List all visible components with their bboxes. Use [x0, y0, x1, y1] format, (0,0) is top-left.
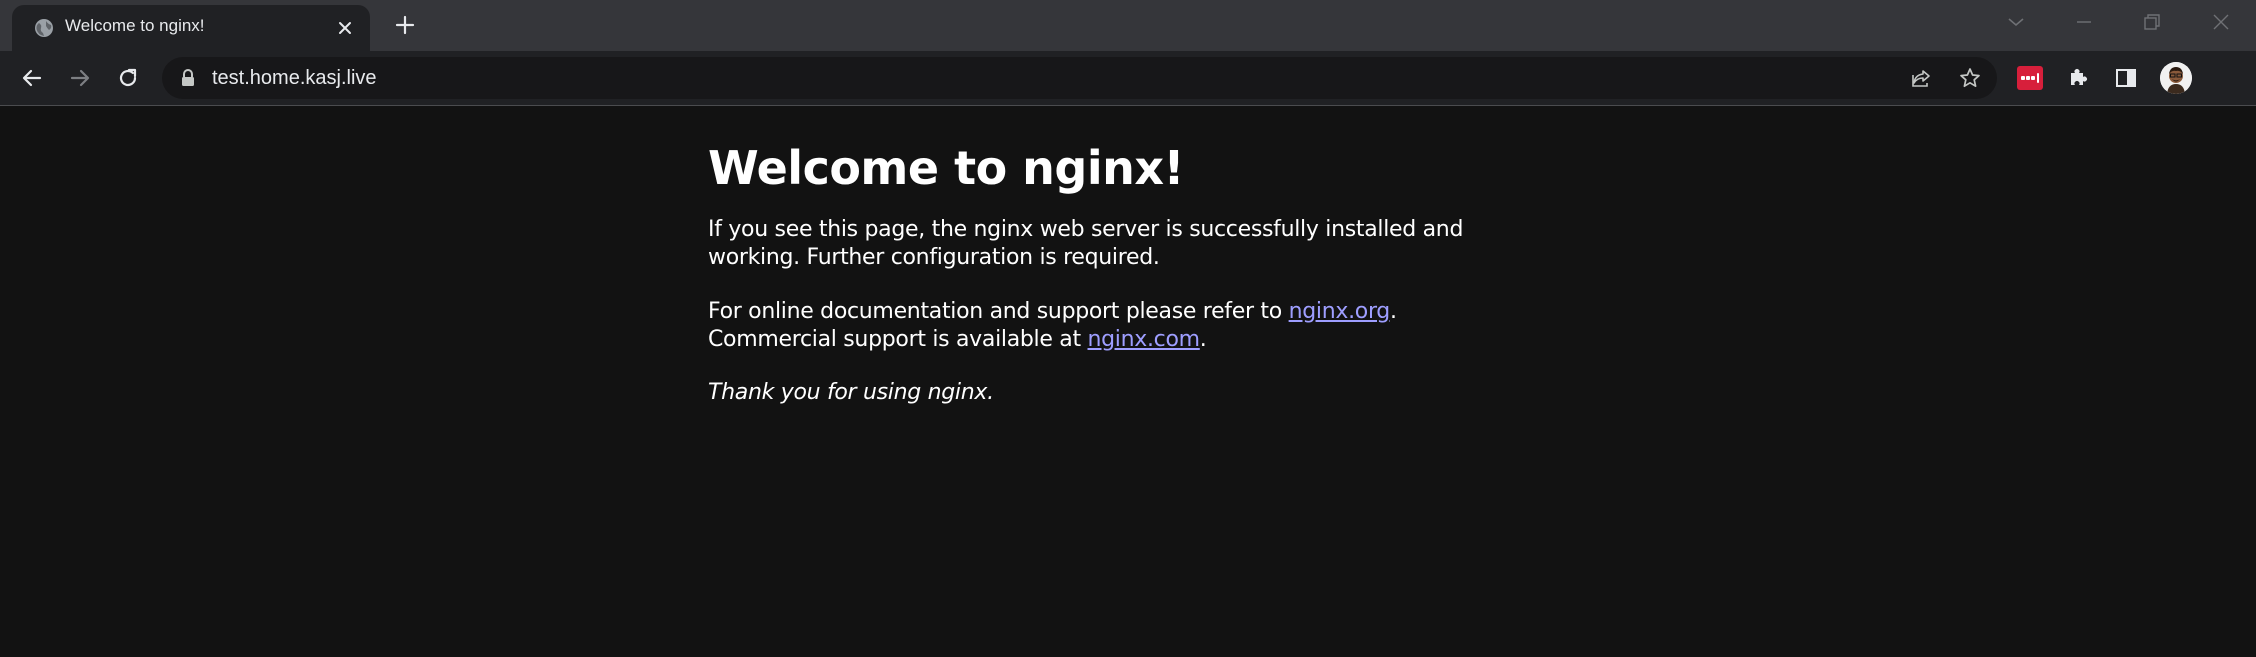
documentation-paragraph: For online documentation and support ple…	[708, 298, 1488, 354]
commercial-text: Commercial support is available at	[708, 327, 1088, 352]
share-icon[interactable]	[1909, 66, 1933, 90]
address-bar[interactable]: test.home.kasj.live	[162, 57, 1997, 99]
docs-period: .	[1389, 299, 1397, 324]
page-content: Welcome to nginx! If you see this page, …	[708, 106, 1488, 407]
commercial-period: .	[1199, 327, 1207, 352]
avatar[interactable]	[2160, 62, 2192, 94]
side-panel-icon[interactable]	[2113, 65, 2139, 91]
restore-icon[interactable]	[2140, 10, 2164, 34]
close-window-icon[interactable]	[2209, 10, 2233, 34]
tab-strip: Welcome to nginx!	[0, 0, 2256, 51]
nginx-org-link[interactable]: nginx.org	[1289, 299, 1391, 324]
nginx-com-link[interactable]: nginx.com	[1088, 327, 1201, 352]
thank-you-text: Thank you for using nginx.	[708, 380, 994, 405]
puzzle-icon[interactable]	[2065, 65, 2091, 91]
tab-title: Welcome to nginx!	[65, 16, 205, 35]
docs-text: For online documentation and support ple…	[708, 299, 1289, 324]
arrow-right-icon[interactable]	[67, 65, 93, 91]
tab-welcome-to-nginx[interactable]: Welcome to nginx!	[12, 5, 370, 51]
close-icon[interactable]	[334, 17, 356, 39]
lock-icon[interactable]	[180, 69, 196, 87]
reload-icon[interactable]	[115, 65, 141, 91]
lastpass-icon[interactable]	[2017, 66, 2043, 90]
star-icon[interactable]	[1958, 66, 1982, 90]
globe-icon	[32, 16, 56, 40]
plus-icon[interactable]	[392, 12, 418, 38]
chevron-down-icon[interactable]	[2004, 10, 2028, 34]
intro-paragraph: If you see this page, the nginx web serv…	[708, 217, 1464, 270]
browser-toolbar: test.home.kasj.live	[0, 51, 2256, 106]
minimize-icon[interactable]	[2072, 10, 2096, 34]
arrow-left-icon[interactable]	[19, 65, 45, 91]
url-text[interactable]: test.home.kasj.live	[212, 67, 377, 90]
page-title: Welcome to nginx!	[708, 141, 1185, 195]
